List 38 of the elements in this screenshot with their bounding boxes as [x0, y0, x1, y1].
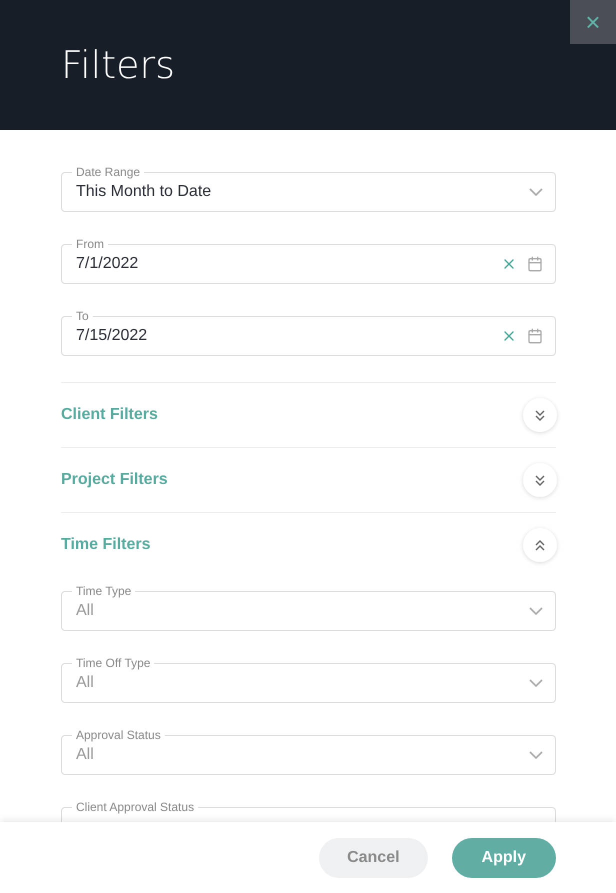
select-field[interactable]: Time Off Type All	[61, 657, 556, 703]
field-label: Date Range	[75, 166, 142, 178]
section-title[interactable]: Project Filters	[61, 471, 168, 489]
close-button[interactable]: ×	[570, 0, 616, 44]
calendar-icon[interactable]	[527, 256, 543, 272]
field-value: This Month to Date	[76, 182, 212, 200]
chevron-down-icon	[529, 678, 543, 686]
chevron-down-icon	[529, 750, 543, 758]
toggle-button[interactable]	[523, 398, 557, 432]
select-field[interactable]: Approval Status All	[61, 729, 556, 775]
field-label: From	[75, 238, 105, 250]
field-label: Time Type	[75, 585, 132, 597]
field-placeholder: All	[76, 674, 95, 692]
apply-button[interactable]: Apply	[452, 838, 556, 878]
double-chevron-up-icon	[535, 540, 545, 550]
field-placeholder: All	[76, 746, 95, 764]
section-title[interactable]: Time Filters	[61, 536, 151, 554]
double-chevron-down-icon	[535, 410, 545, 420]
date-field[interactable]: To 7/15/2022	[61, 310, 556, 356]
select-field[interactable]: Date Range This Month to Date	[61, 166, 556, 212]
select-field[interactable]: Time Type All	[61, 585, 556, 631]
calendar-icon[interactable]	[527, 328, 543, 344]
double-chevron-down-icon	[535, 474, 545, 486]
section-title[interactable]: Client Filters	[61, 406, 158, 424]
field-placeholder: All	[76, 602, 95, 620]
toggle-button[interactable]	[523, 463, 557, 497]
field-label: To	[75, 310, 90, 322]
field-label: Client Approval Status	[75, 801, 196, 813]
chevron-down-icon	[529, 188, 543, 196]
field-label: Time Off Type	[75, 657, 152, 669]
field-value: 7/1/2022	[76, 254, 140, 272]
cancel-button[interactable]: Cancel	[319, 838, 428, 878]
toggle-button[interactable]	[523, 528, 557, 562]
date-field[interactable]: From 7/1/2022	[61, 238, 556, 284]
field-label: Approval Status	[75, 729, 162, 741]
chevron-down-icon	[529, 606, 543, 614]
field-value: 7/15/2022	[76, 326, 148, 344]
panel-title: Filters	[61, 43, 175, 87]
